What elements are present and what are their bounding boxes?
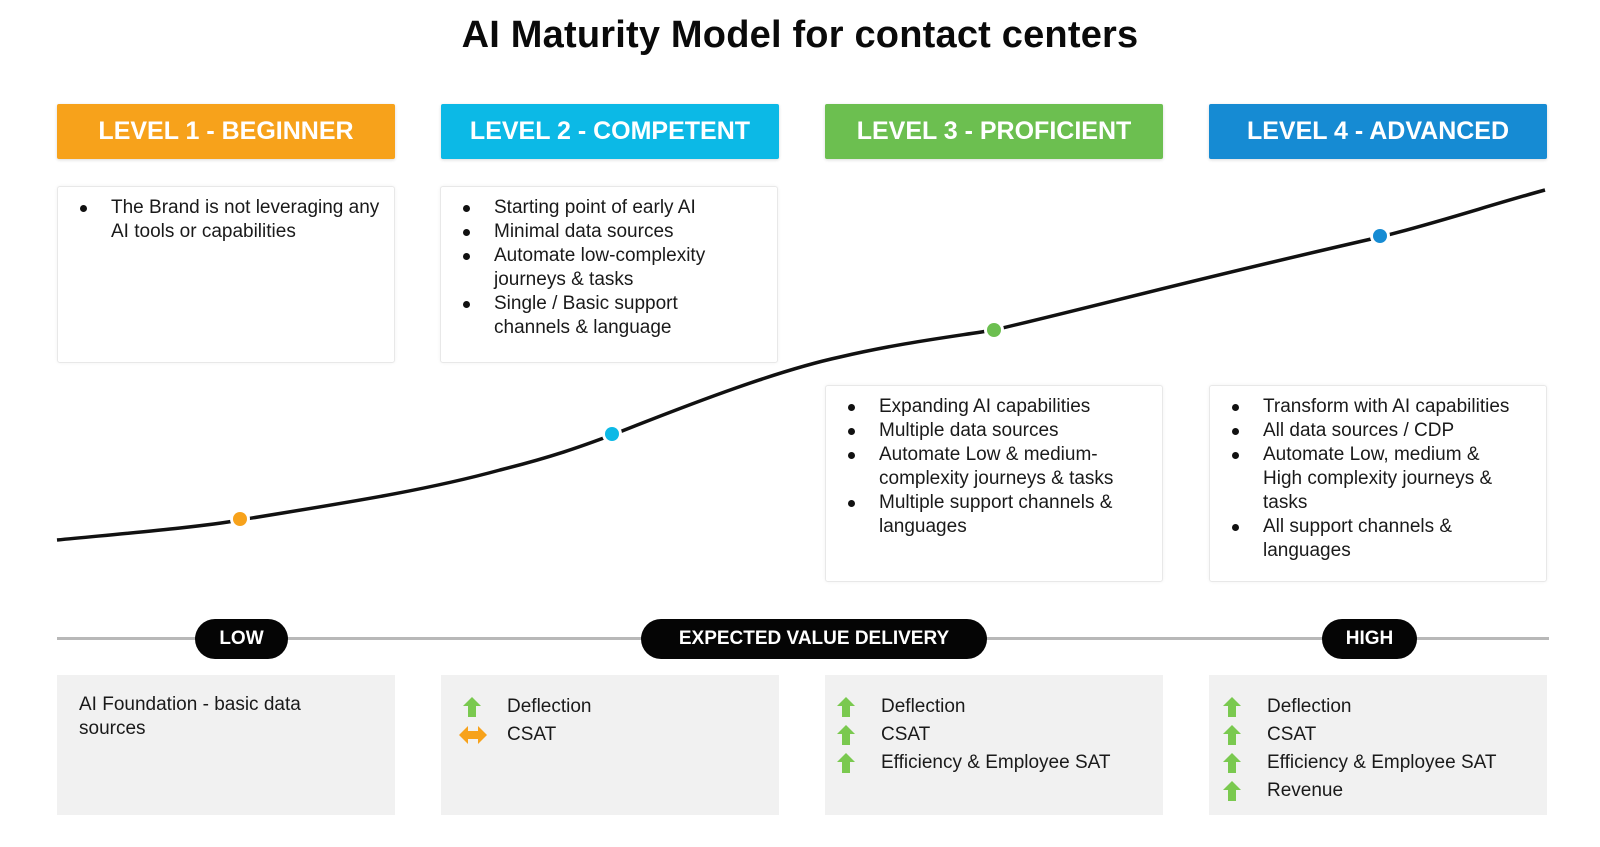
level-1-value-text: AI Foundation - basic data sources	[79, 694, 301, 739]
metric-item: Revenue	[1223, 777, 1525, 805]
metric-label: CSAT	[507, 724, 557, 745]
level-1-milestone-dot-icon	[233, 512, 247, 526]
metric-label: Efficiency & Employee SAT	[881, 752, 1111, 773]
level-4-value-box: Deflection CSAT Efficiency & Employee SA…	[1209, 675, 1547, 815]
arrow-up-icon	[837, 725, 881, 745]
level-1-value-box: AI Foundation - basic data sources	[57, 675, 395, 815]
metric-item: Efficiency & Employee SAT	[1223, 749, 1525, 777]
metric-item: Deflection	[463, 693, 757, 721]
expected-value-pill: EXPECTED VALUE DELIVERY	[641, 619, 987, 659]
double-arrow-horizontal-icon	[459, 726, 507, 744]
level-2-milestone-dot-icon	[605, 427, 619, 441]
metric-item: Efficiency & Employee SAT	[837, 749, 1141, 777]
metric-item: CSAT	[459, 721, 757, 749]
arrow-up-icon	[837, 697, 881, 717]
arrow-up-icon	[1223, 753, 1267, 773]
metric-item: Deflection	[837, 693, 1141, 721]
metric-label: Deflection	[507, 696, 592, 717]
metric-item: CSAT	[837, 721, 1141, 749]
level-4-milestone-dot-icon	[1373, 229, 1387, 243]
arrow-up-icon	[1223, 697, 1267, 717]
arrow-up-icon	[837, 753, 881, 773]
metric-label: Efficiency & Employee SAT	[1267, 752, 1497, 773]
arrow-up-icon	[463, 697, 507, 717]
high-value-pill: HIGH	[1322, 619, 1417, 659]
metric-item: CSAT	[1223, 721, 1525, 749]
low-value-pill: LOW	[195, 619, 288, 659]
level-3-milestone-dot-icon	[987, 323, 1001, 337]
arrow-up-icon	[1223, 781, 1267, 801]
metric-label: CSAT	[1267, 724, 1317, 745]
high-value-label: HIGH	[1345, 628, 1394, 649]
metric-label: CSAT	[881, 724, 931, 745]
expected-value-label: EXPECTED VALUE DELIVERY	[678, 628, 950, 649]
level-2-value-box: Deflection CSAT	[441, 675, 779, 815]
metric-label: Deflection	[1267, 696, 1352, 717]
metric-label: Deflection	[881, 696, 966, 717]
metric-item: Deflection	[1223, 693, 1525, 721]
level-3-value-box: Deflection CSAT Efficiency & Employee SA…	[825, 675, 1163, 815]
maturity-curve-line	[56, 188, 1546, 542]
arrow-up-icon	[1223, 725, 1267, 745]
low-value-label: LOW	[219, 628, 264, 649]
metric-label: Revenue	[1267, 780, 1344, 801]
